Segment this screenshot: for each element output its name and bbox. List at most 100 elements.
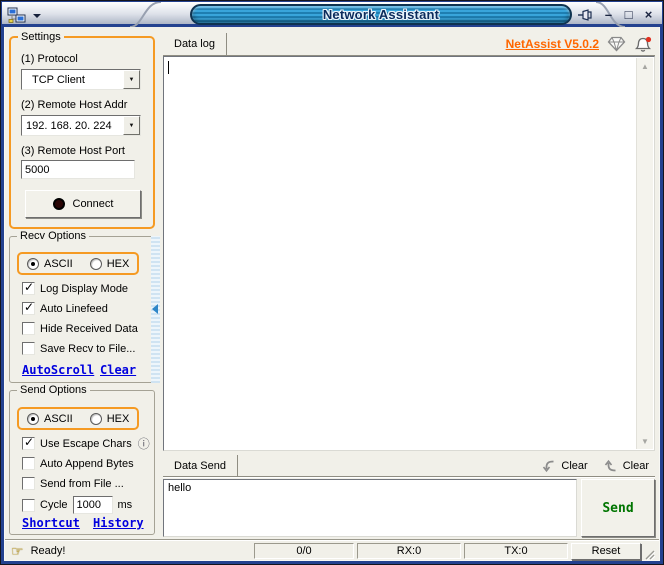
- shortcut-link[interactable]: Shortcut: [22, 516, 80, 530]
- remote-host-value: 192. 168. 20. 224: [22, 120, 123, 132]
- clear-recv-label: Clear: [561, 460, 587, 472]
- send-ascii-radio[interactable]: [27, 413, 39, 425]
- cycle-row[interactable]: Cycle ms: [22, 496, 132, 514]
- connect-button[interactable]: Connect: [25, 190, 141, 218]
- send-button[interactable]: Send: [581, 479, 655, 537]
- auto-linefeed-checkbox[interactable]: ✓: [22, 302, 35, 315]
- ready-hand-icon: ☞: [11, 543, 24, 560]
- system-menu-button[interactable]: [7, 5, 45, 25]
- auto-append-bytes-checkbox[interactable]: [22, 457, 35, 470]
- dropdown-arrow-icon: ▼: [129, 123, 135, 129]
- pin-icon[interactable]: [577, 8, 594, 22]
- recv-ascii-radio[interactable]: [27, 258, 39, 270]
- tab-data-send[interactable]: Data Send: [163, 455, 238, 476]
- clear-send-button[interactable]: Clear: [604, 459, 649, 473]
- clear-recv-button[interactable]: Clear: [542, 459, 587, 473]
- tab-data-log[interactable]: Data log: [163, 33, 227, 55]
- send-ascii-label: ASCII: [44, 413, 73, 425]
- title-bar: Network Assistant – □ ×: [2, 2, 662, 27]
- send-option-row[interactable]: Auto Append Bytes: [22, 457, 134, 470]
- maximize-button[interactable]: □: [621, 5, 636, 23]
- dropdown-arrow-icon: ▼: [129, 77, 135, 83]
- resize-grip[interactable]: [644, 549, 655, 560]
- status-ready: ☞ Ready!: [11, 543, 251, 560]
- panel-splitter[interactable]: [151, 236, 160, 383]
- recv-option-row[interactable]: ✓ Auto Linefeed: [22, 302, 108, 315]
- info-icon[interactable]: ⓘ: [138, 439, 150, 449]
- recv-options-group: Recv Options ASCII HEX ✓ Log Display Mod…: [9, 236, 155, 383]
- use-escape-chars-checkbox[interactable]: ✓: [22, 437, 35, 450]
- hide-received-data-label: Hide Received Data: [40, 323, 138, 335]
- recv-option-row[interactable]: Save Recv to File...: [22, 342, 135, 355]
- cycle-checkbox[interactable]: [22, 499, 35, 512]
- recv-option-row[interactable]: ✓ Log Display Mode: [22, 282, 128, 295]
- ready-label: Ready!: [31, 545, 66, 557]
- version-area: NetAssist V5.0.2: [506, 36, 655, 53]
- auto-linefeed-label: Auto Linefeed: [40, 303, 108, 315]
- log-display-mode-label: Log Display Mode: [40, 283, 128, 295]
- send-options-group: Send Options ASCII HEX ✓ Use Escape Char…: [9, 390, 155, 535]
- clear-send-label: Clear: [623, 460, 649, 472]
- arrow-up-icon: [604, 459, 618, 473]
- send-option-row[interactable]: Send from File ...: [22, 477, 124, 490]
- send-hex-label: HEX: [107, 413, 130, 425]
- connect-button-label: Connect: [73, 198, 114, 210]
- recv-hex-radio[interactable]: [90, 258, 102, 270]
- app-window: Network Assistant – □ × Settings (1) Pro…: [0, 0, 664, 565]
- save-recv-to-file-checkbox[interactable]: [22, 342, 35, 355]
- settings-legend: Settings: [18, 31, 64, 43]
- data-log-textarea[interactable]: ▲ ▼: [163, 56, 655, 451]
- history-link[interactable]: History: [93, 516, 144, 530]
- reset-button-label: Reset: [592, 545, 621, 557]
- send-button-label: Send: [602, 501, 633, 516]
- log-display-mode-checkbox[interactable]: ✓: [22, 282, 35, 295]
- send-from-file-checkbox[interactable]: [22, 477, 35, 490]
- cycle-interval-input[interactable]: [73, 496, 113, 514]
- reset-button[interactable]: Reset: [571, 543, 641, 560]
- minimize-button[interactable]: –: [601, 5, 616, 23]
- use-escape-chars-label: Use Escape Chars: [40, 438, 132, 450]
- cycle-unit-label: ms: [118, 499, 133, 511]
- send-hex-radio[interactable]: [90, 413, 102, 425]
- protocol-select[interactable]: TCP Client ▼: [21, 69, 141, 90]
- remote-host-select[interactable]: 192. 168. 20. 224 ▼: [21, 115, 141, 136]
- recv-format-radiobox: ASCII HEX: [17, 252, 139, 275]
- send-message-textarea[interactable]: hello: [163, 479, 577, 537]
- scroll-down-icon[interactable]: ▼: [637, 433, 653, 449]
- protocol-value: TCP Client: [22, 74, 123, 86]
- send-options-legend: Send Options: [17, 384, 90, 396]
- data-log-scrollbar[interactable]: ▲ ▼: [636, 58, 653, 449]
- recv-ascii-label: ASCII: [44, 258, 73, 270]
- network-app-icon: [7, 7, 27, 24]
- menu-dropdown-arrow-icon: [33, 14, 41, 18]
- connection-state-icon: [53, 198, 65, 210]
- send-option-row[interactable]: ✓ Use Escape Chars ⓘ: [22, 437, 150, 450]
- settings-group: Settings (1) Protocol TCP Client ▼ (2) R…: [9, 36, 155, 229]
- status-bar: ☞ Ready! 0/0 RX:0 TX:0 Reset: [5, 539, 659, 561]
- protocol-label: (1) Protocol: [21, 53, 78, 65]
- clear-buttons-area: Clear Clear: [542, 459, 655, 473]
- check-icon: ✓: [24, 435, 34, 449]
- remote-host-label: (2) Remote Host Addr: [21, 99, 127, 111]
- check-icon: ✓: [24, 280, 34, 294]
- close-button[interactable]: ×: [641, 5, 656, 23]
- netassist-version-link[interactable]: NetAssist V5.0.2: [506, 37, 599, 51]
- gem-icon[interactable]: [607, 36, 626, 52]
- recv-option-row[interactable]: Hide Received Data: [22, 322, 138, 335]
- title-pill: Network Assistant: [190, 4, 572, 25]
- data-log-tabrow: Data log NetAssist V5.0.2: [163, 33, 655, 56]
- recv-hex-label: HEX: [107, 258, 130, 270]
- scroll-up-icon[interactable]: ▲: [637, 58, 653, 74]
- autoscroll-link[interactable]: AutoScroll: [22, 363, 94, 377]
- bell-notification-icon[interactable]: [634, 36, 652, 53]
- tx-counter-panel: TX:0: [464, 543, 568, 559]
- send-from-file-label: Send from File ...: [40, 478, 124, 490]
- collapse-chevron-icon[interactable]: [152, 304, 158, 314]
- hide-received-data-checkbox[interactable]: [22, 322, 35, 335]
- remote-port-input[interactable]: [21, 160, 135, 179]
- protocol-dropdown-button[interactable]: ▼: [123, 70, 140, 89]
- remote-host-dropdown-button[interactable]: ▼: [123, 116, 140, 135]
- save-recv-to-file-label: Save Recv to File...: [40, 343, 135, 355]
- recv-clear-link[interactable]: Clear: [100, 363, 136, 377]
- recv-options-legend: Recv Options: [17, 230, 89, 242]
